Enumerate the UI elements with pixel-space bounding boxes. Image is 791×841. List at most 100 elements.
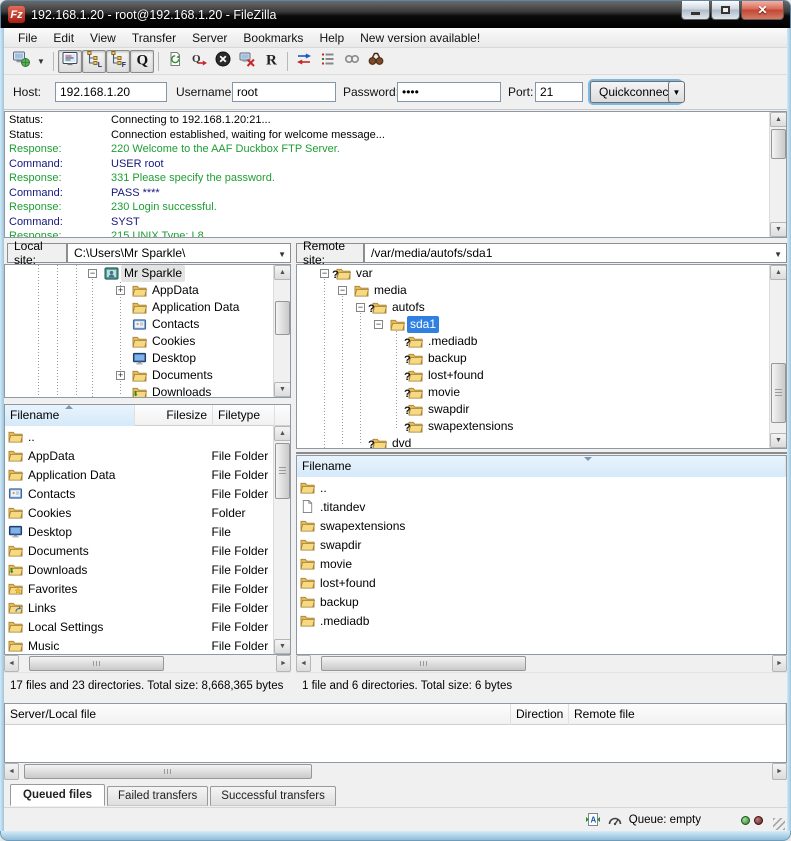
scroll-right-icon[interactable]: ► [772, 655, 787, 672]
toggle-remote-tree-button[interactable]: F [106, 50, 130, 73]
menu-item-transfer[interactable]: Transfer [124, 29, 184, 47]
site-manager-button[interactable] [9, 50, 33, 73]
menu-item-bookmarks[interactable]: Bookmarks [235, 29, 311, 47]
username-input[interactable] [232, 82, 336, 102]
scroll-right-icon[interactable]: ► [772, 763, 787, 780]
toggle-local-tree-button[interactable]: L [82, 50, 106, 73]
tree-item-media[interactable]: −media [297, 282, 786, 299]
tree-item-mediadb[interactable]: ?.mediadb [297, 333, 786, 350]
collapse-icon[interactable]: − [320, 269, 329, 278]
scroll-down-icon[interactable]: ▼ [770, 433, 787, 448]
scroll-left-icon[interactable]: ◄ [4, 763, 19, 780]
remote-file-row-swapextensions[interactable]: swapextensions [297, 516, 786, 535]
tree-item-downloads[interactable]: Downloads [5, 384, 290, 398]
tree-item-lost-found[interactable]: ?lost+found [297, 367, 786, 384]
remote-file-row-mediadb[interactable]: .mediadb [297, 611, 786, 630]
tree-item-application-data[interactable]: Application Data [5, 299, 290, 316]
scrollbar-thumb[interactable] [24, 764, 312, 779]
host-input[interactable] [55, 82, 167, 102]
menu-item-view[interactable]: View [82, 29, 124, 47]
local-file-row-contacts[interactable]: ContactsFile Folder [5, 484, 273, 503]
local-file-row-downloads[interactable]: DownloadsFile Folder [5, 560, 273, 579]
scrollbar-thumb[interactable] [321, 656, 526, 671]
tree-item-dvd[interactable]: ?dvd [297, 435, 786, 449]
remote-file-row-swapdir[interactable]: swapdir [297, 535, 786, 554]
scrollbar-thumb[interactable] [275, 443, 290, 499]
local-list-scrollbar[interactable]: ▲ ▼ [273, 426, 290, 654]
local-file-row-favorites[interactable]: FavoritesFile Folder [5, 579, 273, 598]
scrollbar-thumb[interactable] [275, 301, 290, 335]
port-input[interactable] [535, 82, 583, 102]
resize-grip[interactable] [773, 818, 785, 830]
toggle-queue-button[interactable]: Q [130, 50, 154, 73]
collapse-icon[interactable]: − [88, 269, 97, 278]
filter-button[interactable] [316, 50, 340, 73]
process-queue-button[interactable]: Q [187, 50, 211, 73]
menu-item-server[interactable]: Server [184, 29, 235, 47]
column-header-server-local-file[interactable]: Server/Local file [5, 704, 511, 725]
remote-tree-scrollbar[interactable]: ▲ ▼ [769, 265, 786, 448]
scroll-down-icon[interactable]: ▼ [274, 639, 291, 654]
local-file-row-desktop[interactable]: DesktopFile [5, 522, 273, 541]
collapse-icon[interactable]: − [374, 320, 383, 329]
tree-item-sda1[interactable]: −sda1 [297, 316, 786, 333]
menu-item-new-version-available[interactable]: New version available! [352, 29, 488, 47]
scroll-down-icon[interactable]: ▼ [274, 382, 291, 397]
remote-path-combobox[interactable]: /var/media/autofs/sda1 ▼ [364, 243, 787, 263]
local-file-row-cookies[interactable]: CookiesFolder [5, 503, 273, 522]
remote-list-hscrollbar[interactable]: ◄ ► [296, 655, 787, 672]
minimize-button[interactable] [681, 1, 710, 20]
chevron-down-icon[interactable]: ▼ [774, 250, 782, 259]
remote-file-row-backup[interactable]: backup [297, 592, 786, 611]
scroll-up-icon[interactable]: ▲ [770, 112, 787, 127]
column-header-filesize[interactable]: Filesize [135, 405, 213, 426]
tree-item-var[interactable]: −?var [297, 265, 786, 282]
tree-item-movie[interactable]: ?movie [297, 384, 786, 401]
speed-limit-icon[interactable] [607, 812, 623, 828]
expand-icon[interactable]: + [116, 371, 125, 380]
menu-item-file[interactable]: File [10, 29, 45, 47]
local-file-row-appdata[interactable]: AppDataFile Folder [5, 446, 273, 465]
tree-item-desktop[interactable]: Desktop [5, 350, 290, 367]
scrollbar-thumb[interactable] [771, 363, 786, 423]
tree-item-backup[interactable]: ?backup [297, 350, 786, 367]
tab-queued-files[interactable]: Queued files [10, 784, 105, 806]
log-scrollbar[interactable]: ▲ ▼ [769, 112, 786, 237]
remote-file-row-[interactable]: .. [297, 478, 786, 497]
tab-failed-transfers[interactable]: Failed transfers [107, 786, 208, 806]
scroll-up-icon[interactable]: ▲ [274, 426, 291, 441]
sync-browsing-button[interactable] [340, 50, 364, 73]
expand-icon[interactable]: + [116, 286, 125, 295]
collapse-icon[interactable]: − [338, 286, 347, 295]
close-button[interactable]: ✕ [741, 1, 784, 20]
remote-file-row-lost-found[interactable]: lost+found [297, 573, 786, 592]
search-button[interactable] [364, 50, 388, 73]
queue-hscrollbar[interactable]: ◄ ► [4, 763, 787, 780]
tree-item-autofs[interactable]: −?autofs [297, 299, 786, 316]
column-header-filetype[interactable]: Filetype [213, 405, 275, 426]
scroll-left-icon[interactable]: ◄ [4, 655, 19, 672]
reconnect-button[interactable]: R [259, 50, 283, 73]
tree-item-cookies[interactable]: Cookies [5, 333, 290, 350]
scroll-right-icon[interactable]: ► [276, 655, 291, 672]
splitter-sash[interactable] [296, 452, 787, 454]
tab-successful-transfers[interactable]: Successful transfers [210, 786, 336, 806]
remote-file-row-movie[interactable]: movie [297, 554, 786, 573]
scroll-down-icon[interactable]: ▼ [770, 222, 787, 237]
local-file-row-[interactable]: .. [5, 427, 273, 446]
scrollbar-thumb[interactable] [29, 656, 164, 671]
cancel-button[interactable] [211, 50, 235, 73]
tree-item-swapdir[interactable]: ?swapdir [297, 401, 786, 418]
maximize-button[interactable] [711, 1, 740, 20]
local-file-row-documents[interactable]: DocumentsFile Folder [5, 541, 273, 560]
disconnect-button[interactable] [235, 50, 259, 73]
tree-item-contacts[interactable]: Contacts [5, 316, 290, 333]
refresh-button[interactable] [163, 50, 187, 73]
titlebar[interactable]: Fz 192.168.1.20 - root@192.168.1.20 - Fi… [0, 0, 791, 28]
column-header-direction[interactable]: Direction [511, 704, 569, 725]
transfer-type-icon[interactable]: A [585, 812, 601, 828]
chevron-down-icon[interactable]: ▼ [33, 57, 49, 66]
scroll-left-icon[interactable]: ◄ [296, 655, 311, 672]
local-tree-scrollbar[interactable]: ▲ ▼ [273, 265, 290, 397]
scroll-up-icon[interactable]: ▲ [770, 265, 787, 280]
